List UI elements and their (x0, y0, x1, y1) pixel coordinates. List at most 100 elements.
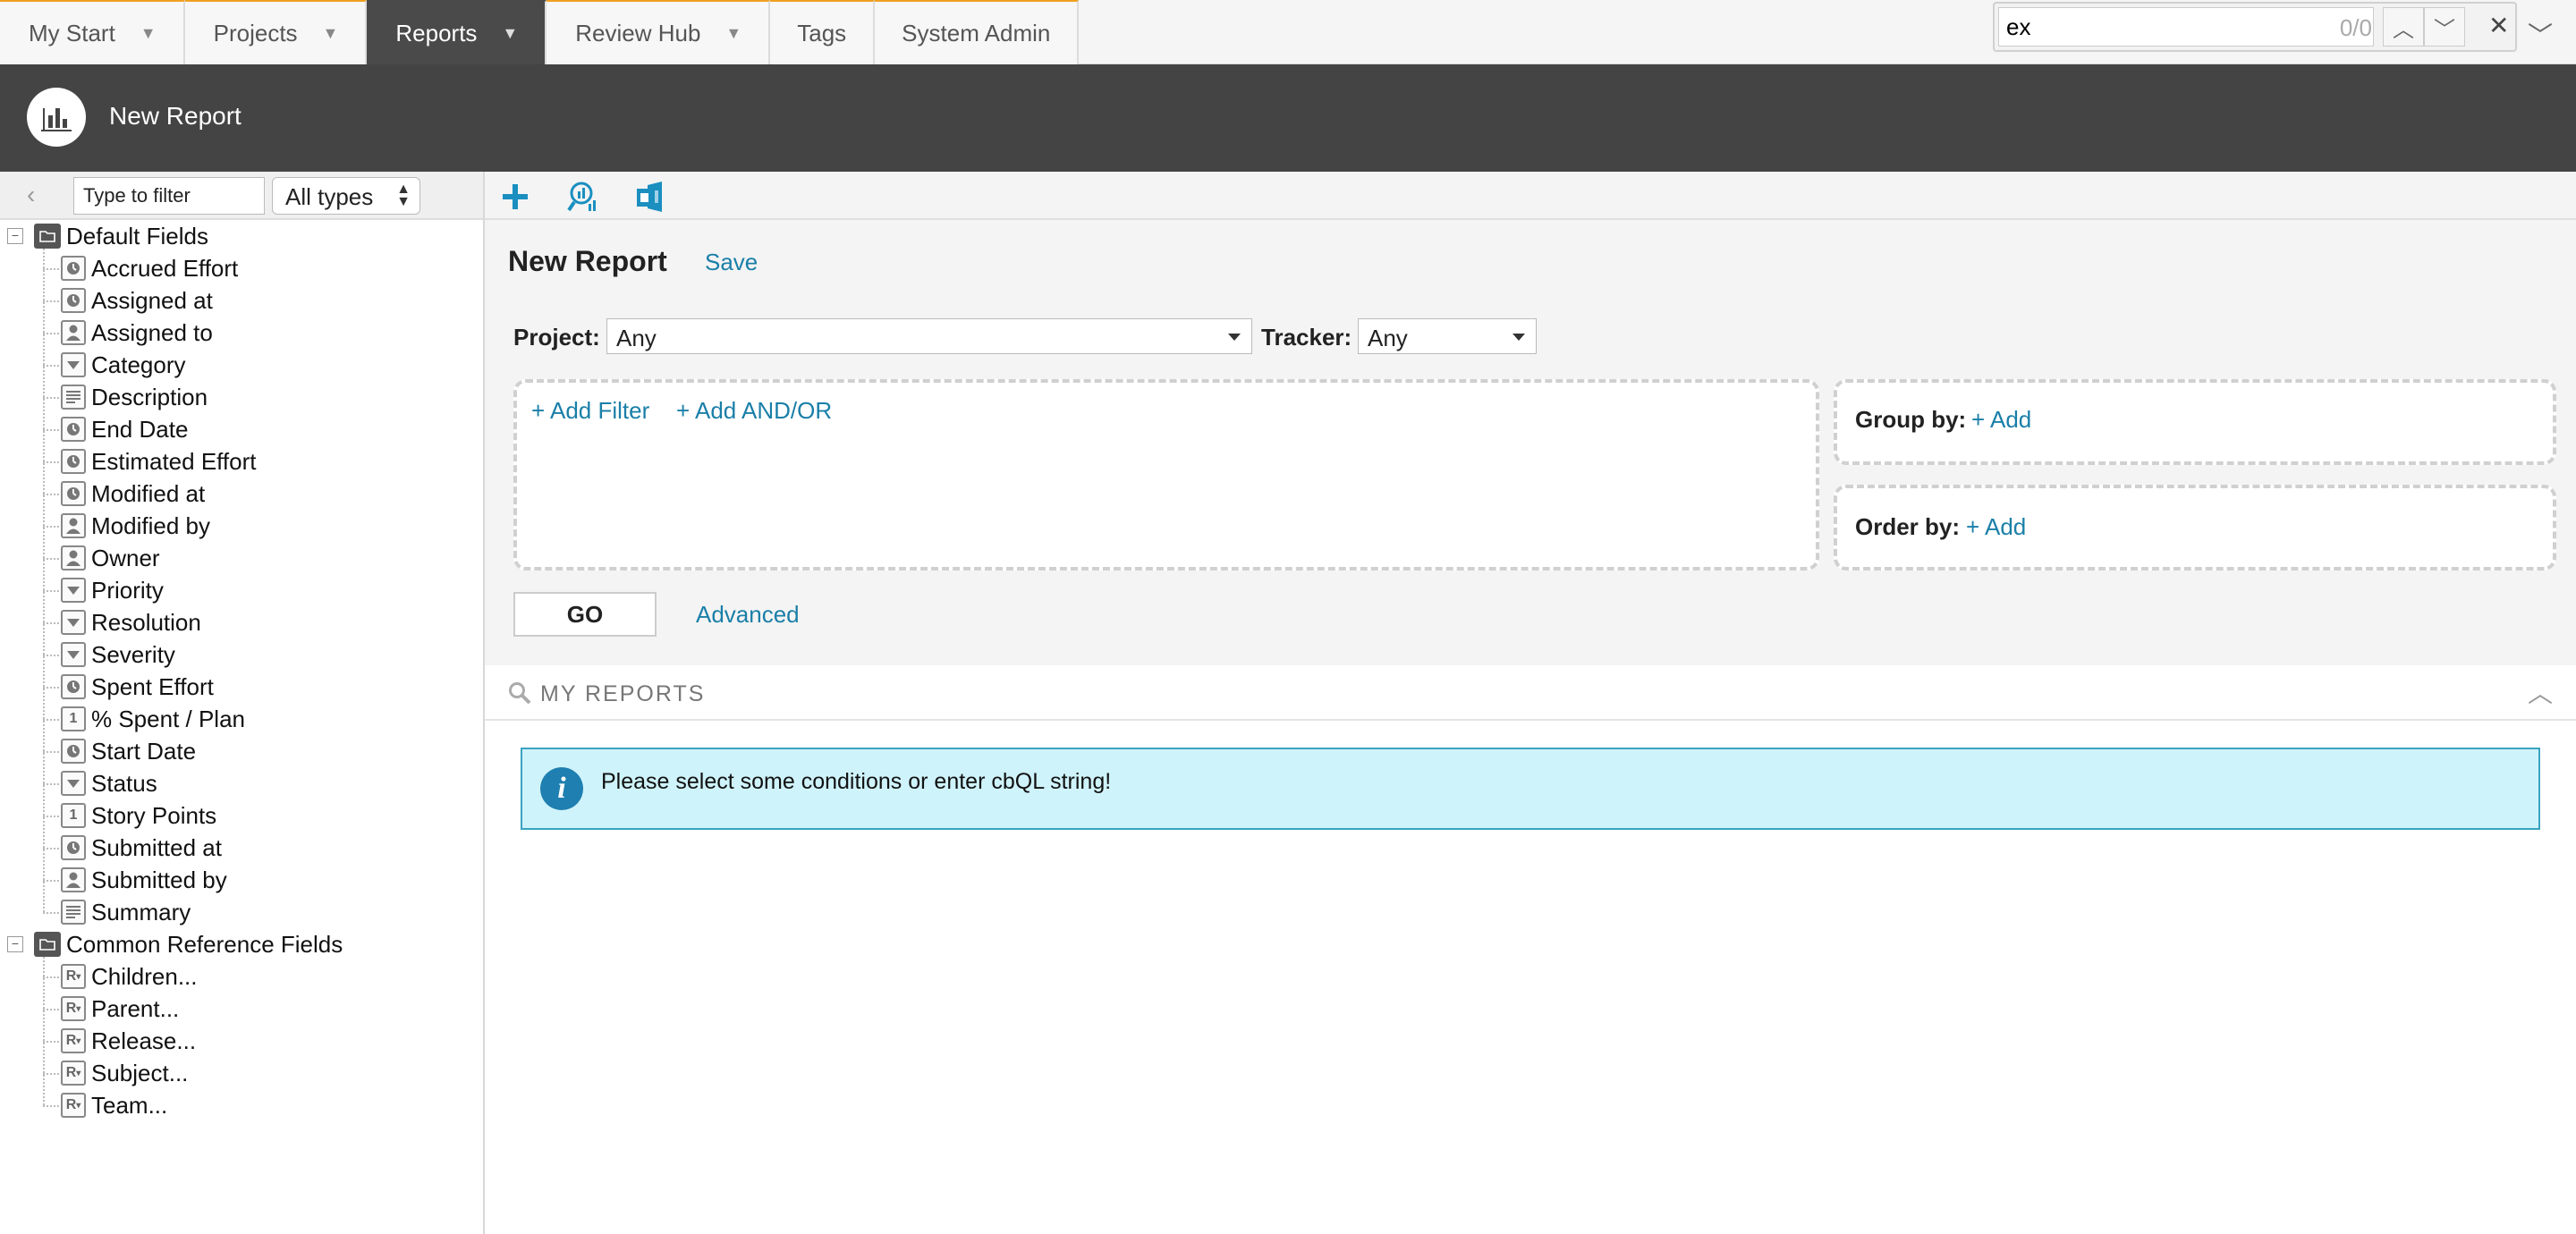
close-icon[interactable]: ✕ (2488, 11, 2509, 40)
tree-field-item[interactable]: Modified at (61, 478, 205, 510)
chevron-down-icon[interactable]: ▼ (323, 24, 339, 43)
tree-field-item[interactable]: Modified by (61, 510, 210, 542)
tree-field-item[interactable]: Description (61, 381, 208, 413)
tree-field-item[interactable]: Resolution (61, 606, 201, 638)
dropdown-icon (61, 642, 86, 667)
dropdown-icon (61, 771, 86, 796)
report-title: New Report (508, 245, 667, 277)
tree-field-item[interactable]: Summary (61, 896, 191, 928)
tab-tags[interactable]: Tags (770, 0, 876, 64)
project-select[interactable]: Any (606, 318, 1252, 354)
search-report-icon[interactable] (565, 179, 601, 215)
clock-icon (61, 417, 86, 442)
user-icon (61, 320, 86, 345)
tab-label: System Admin (902, 19, 1051, 46)
add-and-or-link[interactable]: + Add AND/OR (676, 397, 832, 425)
tab-review-hub[interactable]: Review Hub ▼ (547, 0, 771, 64)
tree-connector (43, 976, 59, 978)
tree-field-item[interactable]: R ▾ Subject... (61, 1057, 188, 1089)
tree-field-item[interactable]: Status (61, 767, 157, 799)
tree-toggle[interactable]: − (7, 936, 23, 952)
tree-field-item[interactable]: End Date (61, 413, 188, 445)
tree-field-item[interactable]: Submitted at (61, 832, 222, 864)
save-link[interactable]: Save (705, 249, 758, 276)
reference-icon: R ▾ (61, 964, 86, 989)
bar-chart-icon (27, 88, 86, 147)
tree-connector (43, 558, 59, 560)
info-message: i Please select some conditions or enter… (521, 748, 2540, 830)
report-toolbar (485, 172, 2576, 220)
tab-reports[interactable]: Reports ▼ (367, 0, 547, 64)
chevron-down-icon[interactable]: ▼ (140, 24, 157, 43)
chevron-down-icon[interactable]: ▼ (502, 24, 518, 43)
find-previous-button[interactable]: ︿ (2383, 7, 2424, 46)
tree-field-item[interactable]: 1 % Spent / Plan (61, 703, 245, 735)
tree-field-item[interactable]: Priority (61, 574, 164, 606)
tracker-label: Tracker: (1261, 324, 1352, 351)
chevron-down-icon[interactable]: ﹀ (2528, 16, 2553, 52)
tree-connector (43, 751, 59, 753)
icon-glyph: 1 (69, 807, 78, 823)
tree-field-item[interactable]: 1 Story Points (61, 799, 216, 832)
tree-field-label: Spent Effort (91, 672, 214, 700)
advanced-link[interactable]: Advanced (696, 601, 800, 629)
tab-projects[interactable]: Projects ▼ (184, 0, 368, 64)
tree-group[interactable]: Common Reference Fields (34, 928, 343, 960)
tab-system-admin[interactable]: System Admin (875, 0, 1080, 64)
plus-icon[interactable] (497, 179, 533, 215)
tree-field-label: End Date (91, 415, 189, 443)
clock-icon (61, 449, 86, 474)
tree-connector (43, 655, 59, 656)
tree-field-item[interactable]: R ▾ Parent... (61, 993, 179, 1025)
tree-connector (43, 1041, 59, 1043)
tree-field-item[interactable]: Estimated Effort (61, 445, 257, 478)
chevron-down-icon[interactable]: ▼ (725, 24, 741, 43)
tree-field-item[interactable]: Assigned at (61, 284, 213, 317)
go-button[interactable]: GO (513, 592, 657, 637)
order-by-add-link[interactable]: + Add (1966, 513, 2026, 541)
tree-field-item[interactable]: Owner (61, 542, 160, 574)
group-by-add-link[interactable]: + Add (1971, 406, 2031, 434)
tree-connector (43, 365, 59, 367)
tree-toggle[interactable]: − (7, 228, 23, 244)
info-icon: i (540, 767, 583, 810)
tree-field-label: Team... (91, 1091, 168, 1119)
tree-field-item[interactable]: Assigned to (61, 317, 213, 349)
tree-group[interactable]: Default Fields (34, 220, 208, 252)
tree-connector (43, 687, 59, 689)
tab-my-start[interactable]: My Start ▼ (0, 0, 185, 64)
tree-field-item[interactable]: Accrued Effort (61, 252, 238, 284)
tree-field-label: Estimated Effort (91, 447, 257, 475)
tree-field-label: Modified by (91, 511, 210, 539)
tree-field-item[interactable]: Category (61, 349, 186, 381)
find-next-button[interactable]: ﹀ (2424, 7, 2465, 46)
clock-icon (61, 739, 86, 764)
tree-field-item[interactable]: Spent Effort (61, 671, 214, 703)
tree-field-item[interactable]: Severity (61, 638, 175, 671)
tracker-select[interactable]: Any (1358, 318, 1537, 354)
add-filter-link[interactable]: + Add Filter (531, 397, 649, 425)
find-match-count: 0/0 (2339, 14, 2372, 41)
tree-field-item[interactable]: Start Date (61, 735, 196, 767)
tree-field-item[interactable]: R ▾ Children... (61, 960, 198, 993)
my-reports-header[interactable]: MY REPORTS ︿ (485, 665, 2576, 721)
export-icon[interactable] (633, 179, 669, 215)
type-select-value: All types (285, 183, 374, 210)
type-select[interactable]: All types ▲ ▼ (272, 177, 420, 215)
tree-field-item[interactable]: R ▾ Team... (61, 1089, 167, 1121)
tree-connector (43, 333, 59, 334)
chevron-up-icon[interactable]: ︿ (2528, 674, 2553, 710)
info-message-text: Please select some conditions or enter c… (601, 769, 1112, 794)
tree-field-item[interactable]: R ▾ Release... (61, 1025, 196, 1057)
reference-icon: R ▾ (61, 1028, 86, 1053)
chevron-down-icon: ﹀ (2434, 17, 2455, 42)
tree-field-label: Story Points (91, 801, 217, 829)
dropdown-arrow-icon (1228, 334, 1241, 341)
tree-connector (43, 1009, 59, 1010)
tree-field-label: % Spent / Plan (91, 705, 245, 732)
collapse-panel-icon[interactable]: ‹ (27, 181, 35, 209)
filter-input[interactable] (73, 177, 265, 215)
tab-label: Reports (395, 19, 478, 46)
tab-label: Projects (213, 19, 298, 46)
tree-field-item[interactable]: Submitted by (61, 864, 227, 896)
